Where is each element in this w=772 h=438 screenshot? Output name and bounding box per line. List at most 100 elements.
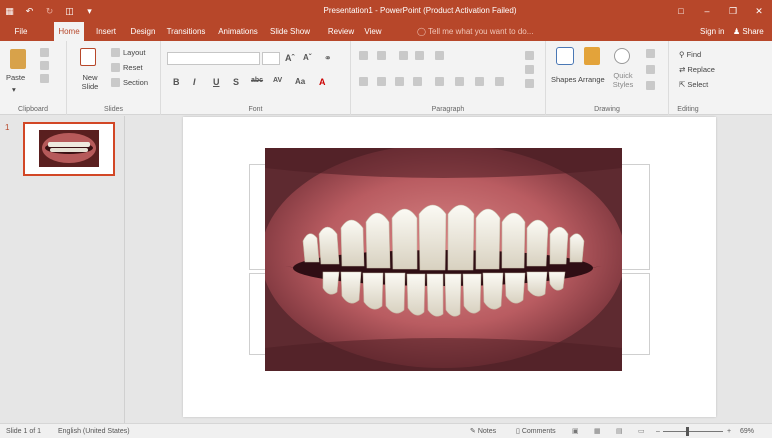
new-slide-icon[interactable] <box>80 48 96 66</box>
justify-icon[interactable] <box>413 77 422 86</box>
zoom-out-icon[interactable]: – <box>656 424 660 438</box>
zoom-in-icon[interactable]: + <box>727 424 731 438</box>
decrease-font-size-icon[interactable]: Aˇ <box>303 53 311 62</box>
quick-styles-button[interactable]: Quick Styles <box>612 71 634 89</box>
underline-icon[interactable]: U <box>213 77 220 87</box>
tab-insert[interactable]: Insert <box>92 22 120 41</box>
redo-icon[interactable]: ↻ <box>44 6 55 17</box>
align-left-icon[interactable] <box>359 77 368 86</box>
comments-button[interactable]: ▯ Comments <box>516 424 556 438</box>
paste-button[interactable]: Paste <box>6 73 25 82</box>
replace-button[interactable]: ⇄ Replace <box>679 65 715 74</box>
italic-icon[interactable]: I <box>193 77 196 87</box>
font-name-box[interactable] <box>167 52 260 65</box>
notes-button[interactable]: ✎ Notes <box>470 424 496 438</box>
shape-fill-icon[interactable] <box>646 49 655 58</box>
increase-indent-icon[interactable] <box>415 51 424 60</box>
reading-view-icon[interactable]: ▤ <box>616 424 623 438</box>
paste-dropdown-icon[interactable]: ▾ <box>12 85 16 94</box>
tab-design[interactable]: Design <box>128 22 158 41</box>
clear-formatting-icon[interactable]: ⚭ <box>324 53 332 64</box>
slide-number: 1 <box>5 123 10 132</box>
zoom-slider[interactable] <box>663 431 723 432</box>
teeth-photo[interactable] <box>265 148 622 371</box>
replace-label: Replace <box>687 65 715 74</box>
shape-effects-icon[interactable] <box>646 81 655 90</box>
change-case-icon[interactable]: Aa <box>295 77 305 86</box>
select-button[interactable]: ⇱ Select <box>679 80 708 89</box>
comments-label: Comments <box>521 428 556 435</box>
tell-me-box[interactable]: ◯ Tell me what you want to do... <box>417 22 533 41</box>
convert-to-smartart-icon[interactable] <box>525 79 534 88</box>
new-slide-button[interactable]: New Slide <box>79 73 101 91</box>
columns-icon[interactable] <box>435 77 444 86</box>
save-icon[interactable]: ▦ <box>4 6 15 17</box>
shape-outline-icon[interactable] <box>646 65 655 74</box>
format-painter-icon[interactable] <box>40 74 49 83</box>
cut-icon[interactable] <box>40 48 49 57</box>
restore-button[interactable]: ❒ <box>720 0 746 22</box>
slide-sorter-icon[interactable]: ▦ <box>594 424 601 438</box>
paste-icon[interactable] <box>10 49 26 69</box>
find-button[interactable]: ⚲ Find <box>679 50 701 59</box>
start-from-beginning-icon[interactable]: ◫ <box>64 6 75 17</box>
layout-button[interactable]: Layout <box>123 48 146 57</box>
font-group-label: Font <box>248 106 263 113</box>
font-color-icon[interactable]: A <box>319 77 326 87</box>
increase-font-size-icon[interactable]: Aˆ <box>285 53 295 63</box>
share-button[interactable]: ♟ Share <box>733 22 764 41</box>
notes-label: Notes <box>477 428 497 435</box>
align-text-icon[interactable] <box>525 65 534 74</box>
quick-styles-icon[interactable] <box>614 48 630 64</box>
arrange-button[interactable]: Arrange <box>578 75 605 84</box>
slide-show-icon[interactable]: ▭ <box>638 424 645 438</box>
strikethrough-icon[interactable]: abc <box>251 77 263 84</box>
bold-icon[interactable]: B <box>173 77 180 87</box>
bullets-icon[interactable] <box>359 51 368 60</box>
normal-view-icon[interactable]: ▣ <box>572 424 579 438</box>
vertical-scrollbar[interactable] <box>758 116 772 423</box>
align-right-icon[interactable] <box>395 77 404 86</box>
language-indicator[interactable]: English (United States) <box>58 424 130 438</box>
slide[interactable] <box>183 117 716 417</box>
text-shadow-icon[interactable]: S <box>233 77 239 87</box>
smartart-icon[interactable] <box>495 77 504 86</box>
line-spacing-icon[interactable] <box>435 51 444 60</box>
slide-thumbnail[interactable] <box>23 122 115 176</box>
layout-icon <box>111 48 120 57</box>
numbering-icon[interactable] <box>377 51 386 60</box>
align-center-icon[interactable] <box>377 77 386 86</box>
right-to-left-icon[interactable] <box>455 77 464 86</box>
decrease-indent-icon[interactable] <box>399 51 408 60</box>
section-button[interactable]: Section <box>123 78 148 87</box>
tab-slide-show[interactable]: Slide Show <box>268 22 312 41</box>
left-to-right-icon[interactable] <box>475 77 484 86</box>
minimize-button[interactable]: – <box>694 0 720 22</box>
text-direction-icon[interactable] <box>525 51 534 60</box>
ribbon-home: Paste ▾ Clipboard New Slide Layout Reset… <box>0 41 772 115</box>
tab-view[interactable]: View <box>360 22 386 41</box>
copy-icon[interactable] <box>40 61 49 70</box>
arrange-icon[interactable] <box>584 47 600 65</box>
shapes-button[interactable]: Shapes <box>551 75 576 84</box>
character-spacing-icon[interactable]: AV <box>273 77 282 84</box>
clipboard-group-label: Clipboard <box>18 106 48 113</box>
zoom-level[interactable]: 69% <box>740 424 754 438</box>
tab-review[interactable]: Review <box>326 22 356 41</box>
ribbon-display-options-icon[interactable]: □ <box>668 0 694 22</box>
sign-in-link[interactable]: Sign in <box>700 22 724 41</box>
customize-qat-icon[interactable]: ▾ <box>84 6 95 17</box>
zoom-slider-thumb[interactable] <box>686 427 689 436</box>
find-label: Find <box>686 50 702 59</box>
tab-transitions[interactable]: Transitions <box>164 22 208 41</box>
tab-file[interactable]: File <box>8 22 34 41</box>
reset-button[interactable]: Reset <box>123 63 143 72</box>
reset-icon <box>111 63 120 72</box>
shapes-icon[interactable] <box>556 47 574 65</box>
undo-icon[interactable]: ↶ <box>24 6 35 17</box>
close-button[interactable]: ✕ <box>746 0 772 22</box>
ribbon-tabs: File Home Insert Design Transitions Anim… <box>0 22 772 41</box>
tab-home[interactable]: Home <box>54 22 84 41</box>
tab-animations[interactable]: Animations <box>215 22 261 41</box>
font-size-box[interactable] <box>262 52 280 65</box>
